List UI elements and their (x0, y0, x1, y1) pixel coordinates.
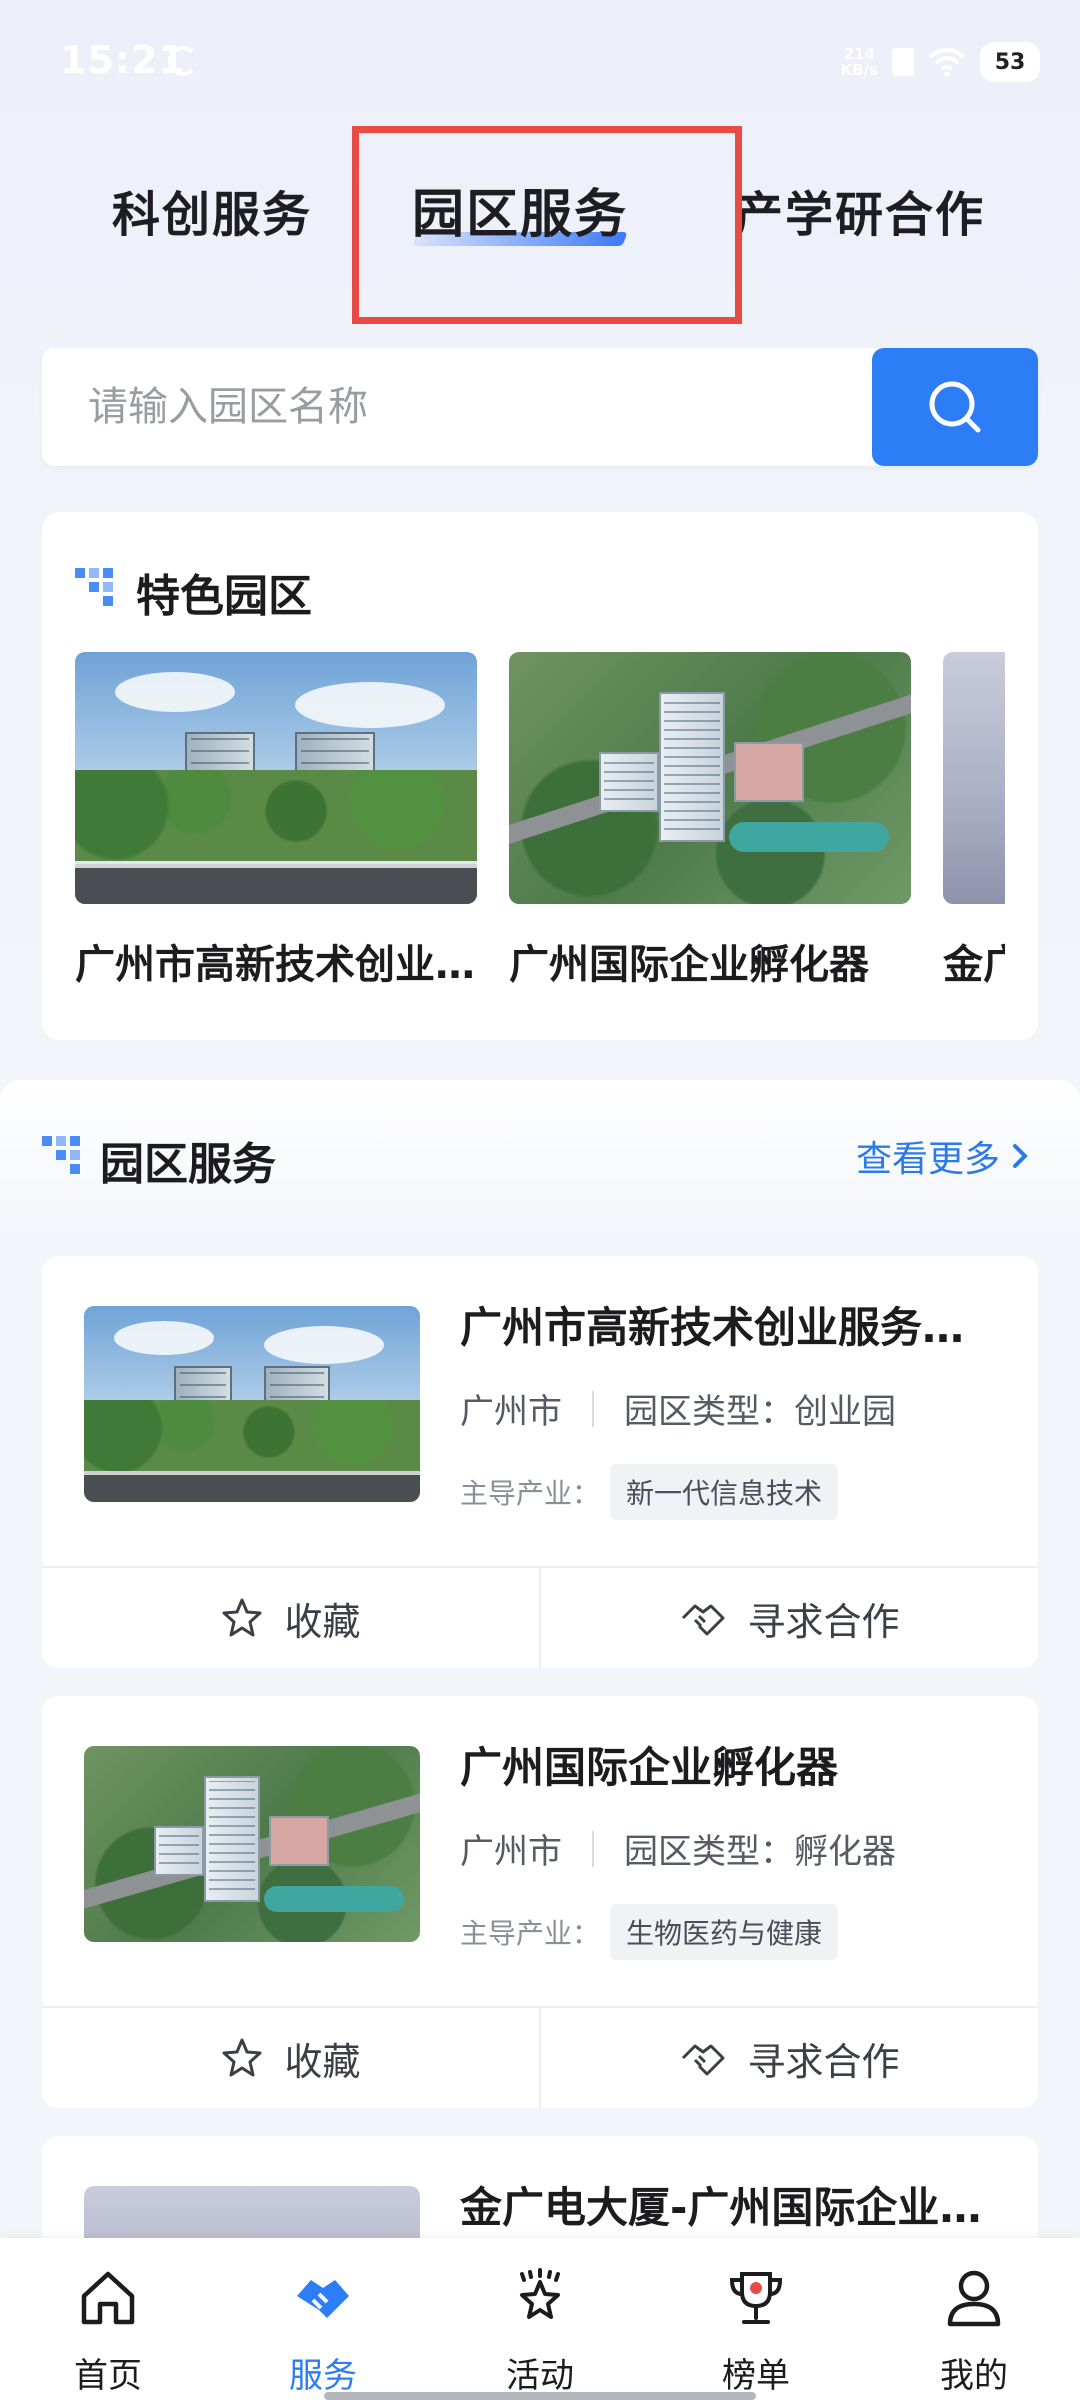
section-grid-icon (75, 568, 115, 608)
park-city: 广州市 (460, 1392, 562, 1432)
view-more-link[interactable]: 查看更多 (856, 1130, 1030, 1182)
park-type-label: 园区类型： (624, 1832, 794, 1872)
seek-cooperation-button[interactable]: 寻求合作 (539, 2008, 1038, 2108)
featured-item[interactable]: 广州国际企业孵化器 (509, 652, 911, 990)
park-card[interactable]: 广州国际企业孵化器 广州市 园区类型： 孵化器 主导产业： 生物医药与健康 收藏 (42, 1696, 1038, 2108)
featured-item[interactable]: 金广电大厦 (943, 652, 1005, 990)
park-type: 孵化器 (794, 1832, 896, 1872)
industry-tag: 生物医药与健康 (610, 1904, 839, 1960)
search-bar (42, 348, 1038, 466)
industry-label: 主导产业： (460, 1917, 601, 1950)
section-grid-icon (42, 1136, 82, 1176)
highlight-box (352, 126, 742, 324)
nav-activity[interactable]: 活动 (470, 2266, 610, 2397)
featured-item[interactable]: 广州市高新技术创业服务中心 (75, 652, 477, 990)
handshake-icon (682, 2044, 725, 2076)
net-speed: 214 KB/s (841, 46, 878, 78)
nav-home[interactable]: 首页 (38, 2266, 178, 2397)
park-card[interactable]: 广州市高新技术创业服务中心 广州市 园区类型： 创业园 主导产业： 新一代信息技… (42, 1256, 1038, 1668)
nav-service[interactable]: 服务 (253, 2266, 393, 2397)
nav-label: 服务 (289, 2356, 357, 2396)
nav-label: 我的 (940, 2356, 1008, 2396)
card-actions: 收藏 寻求合作 (42, 1566, 1038, 1668)
net-speed-value: 214 (843, 45, 875, 63)
park-meta: 广州市 园区类型： 创业园 (460, 1384, 896, 1433)
sim-card-icon (892, 48, 914, 76)
park-city: 广州市 (460, 1832, 562, 1872)
park-image (943, 652, 1005, 904)
home-icon (81, 2271, 135, 2325)
park-thumbnail (84, 1306, 420, 1502)
cooperation-label: 寻求合作 (747, 1599, 900, 1644)
park-image (75, 652, 477, 904)
star-icon (222, 2038, 262, 2077)
featured-item-name: 广州市高新技术创业服务中心 (75, 942, 477, 988)
park-meta: 广州市 园区类型： 孵化器 (460, 1824, 896, 1873)
handshake-icon (682, 1604, 725, 1636)
home-indicator (324, 2392, 756, 2400)
favorite-button[interactable]: 收藏 (42, 2008, 539, 2108)
tab-industry-research[interactable]: 产学研合作 (735, 175, 985, 245)
park-service-title: 园区服务 (100, 1139, 276, 1190)
chevron-right-icon (1013, 1144, 1028, 1168)
featured-title: 特色园区 (136, 571, 312, 622)
view-more-label: 查看更多 (855, 1139, 1000, 1180)
featured-item-name: 广州国际企业孵化器 (509, 942, 869, 988)
park-name: 广州国际企业孵化器 (460, 1743, 839, 1792)
favorite-label: 收藏 (284, 1599, 361, 1644)
bottom-nav: 首页 服务 活动 榜单 我的 (0, 2238, 1080, 2408)
featured-carousel[interactable]: 广州市高新技术创业服务中心 广州国际企业孵化器 金广电大厦 (75, 652, 1005, 1012)
park-name: 广州市高新技术创业服务中心 (460, 1303, 1000, 1352)
featured-item-name: 金广电大厦 (943, 942, 1005, 988)
favorite-button[interactable]: 收藏 (42, 1568, 539, 1668)
park-industry: 主导产业： 生物医药与健康 (460, 1904, 839, 1960)
search-input[interactable] (88, 378, 868, 436)
seek-cooperation-button[interactable]: 寻求合作 (539, 1568, 1038, 1668)
park-industry: 主导产业： 新一代信息技术 (460, 1464, 839, 1520)
favorite-label: 收藏 (284, 2039, 361, 2084)
search-button[interactable] (872, 348, 1038, 466)
star-badge-icon (520, 2268, 560, 2319)
park-thumbnail (84, 1746, 420, 1942)
featured-parks-card: 特色园区 广州市高新技术创业服务中心 (42, 512, 1038, 1040)
industry-tag: 新一代信息技术 (610, 1464, 839, 1520)
card-actions: 收藏 寻求合作 (42, 2006, 1038, 2108)
park-type-label: 园区类型： (624, 1392, 794, 1432)
nav-label: 榜单 (722, 2356, 790, 2396)
divider (592, 1830, 594, 1867)
cooperation-label: 寻求合作 (747, 2039, 900, 2084)
trophy-icon (729, 2272, 783, 2324)
page: 15:21 214 KB/s 53 科创服务 园区服务 产学研合作 请输入园区名… (0, 0, 1080, 2408)
search-icon (929, 381, 981, 433)
status-bar: 15:21 214 KB/s 53 (0, 0, 1080, 130)
park-image (509, 652, 911, 904)
handshake-icon (297, 2280, 349, 2318)
star-icon (222, 1598, 262, 1637)
divider (592, 1390, 594, 1427)
sync-icon (168, 46, 198, 76)
nav-label: 活动 (506, 2356, 574, 2396)
nav-label: 首页 (74, 2356, 142, 2396)
nav-mine[interactable]: 我的 (904, 2266, 1044, 2397)
industry-label: 主导产业： (460, 1477, 601, 1510)
net-speed-unit: KB/s (840, 61, 878, 79)
tab-sci-innovation[interactable]: 科创服务 (112, 175, 312, 245)
user-icon (947, 2270, 1001, 2327)
park-name: 金广电大厦-广州国际企业孵化器 (460, 2183, 1000, 2232)
status-indicators: 214 KB/s 53 (841, 40, 1040, 84)
wifi-icon (928, 48, 966, 77)
park-type: 创业园 (794, 1392, 896, 1432)
battery-indicator: 53 (980, 42, 1040, 82)
nav-ranking[interactable]: 榜单 (686, 2266, 826, 2397)
